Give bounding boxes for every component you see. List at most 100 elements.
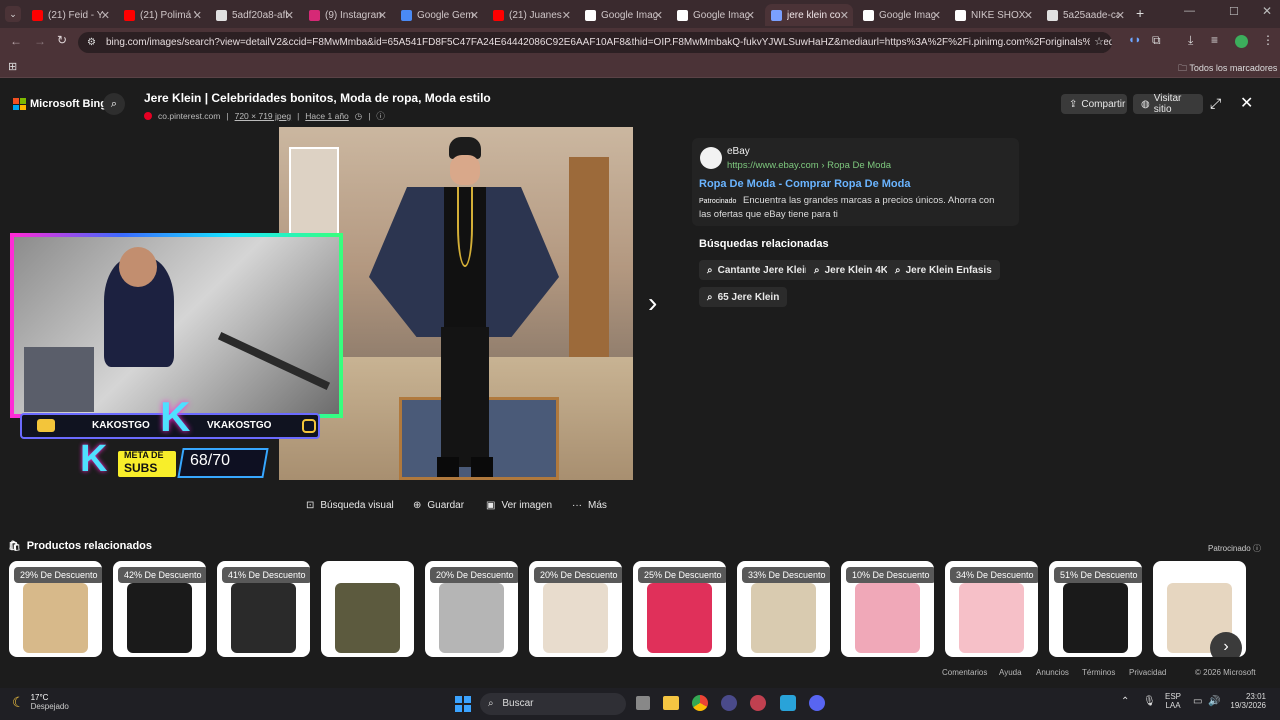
more-button[interactable]: ··· Más: [572, 500, 607, 511]
tab-close-icon[interactable]: ✕: [654, 9, 663, 22]
product-card[interactable]: 41% De Descuento: [217, 561, 310, 657]
browser-tab[interactable]: jere klein co ✕: [765, 4, 853, 26]
browser-tab[interactable]: 5a25aade-ca ✕: [1041, 4, 1129, 26]
view-image-button[interactable]: ▣ Ver imagen: [486, 500, 552, 511]
tab-close-icon[interactable]: ✕: [285, 9, 294, 22]
tray-chevron-icon[interactable]: ⌃: [1121, 696, 1129, 707]
media-icon[interactable]: ≡: [1211, 33, 1218, 47]
product-card[interactable]: 29% De Descuento: [9, 561, 102, 657]
product-card[interactable]: 33% De Descuento: [737, 561, 830, 657]
address-bar[interactable]: ⚙ bing.com/images/search?view=detailV2&c…: [78, 32, 1112, 53]
tab-close-icon[interactable]: ✕: [101, 9, 110, 22]
search-button[interactable]: ⌕: [103, 93, 125, 115]
task-view-icon[interactable]: [636, 696, 650, 710]
extension-icon[interactable]: ◖◗: [1128, 34, 1141, 46]
product-card[interactable]: 25% De Descuento: [633, 561, 726, 657]
weather-widget[interactable]: ☾ 17°C Despejado: [12, 693, 69, 711]
menu-icon[interactable]: ⋮: [1262, 33, 1274, 47]
app-icon[interactable]: [721, 695, 737, 711]
puzzle-icon[interactable]: ⧉: [1152, 33, 1161, 48]
visit-site-button[interactable]: ◍ Visitar sitio: [1133, 93, 1203, 115]
bing-logo[interactable]: Microsoft Bing: [13, 98, 107, 110]
related-chip-0[interactable]: ⌕ Cantante Jere Klein: [699, 260, 819, 280]
browser-tab[interactable]: NIKE SHOX ✕: [949, 4, 1037, 26]
tab-close-icon[interactable]: ✕: [932, 9, 941, 22]
product-card[interactable]: 34% De Descuento: [945, 561, 1038, 657]
tab-close-icon[interactable]: ✕: [1116, 9, 1125, 22]
product-card[interactable]: [321, 561, 414, 657]
info-icon[interactable]: ⓘ: [1253, 544, 1261, 553]
browser-tab[interactable]: Google Imag ✕: [671, 4, 759, 26]
browser-tab[interactable]: Google Gemi ✕: [395, 4, 483, 26]
browser-tab[interactable]: (21) Polimá Y ✕: [118, 4, 206, 26]
image-size[interactable]: 720 × 719 jpeg: [235, 111, 291, 121]
related-chip-3[interactable]: ⌕ 65 Jere Klein: [699, 287, 788, 307]
tab-close-icon[interactable]: ✕: [378, 9, 387, 22]
download-icon[interactable]: ⤓: [1188, 33, 1193, 48]
taskbar-search[interactable]: ⌕ Buscar: [480, 693, 626, 715]
apps-icon[interactable]: ⊞: [8, 60, 17, 73]
browser-tab[interactable]: Google Imag ✕: [579, 4, 667, 26]
ebay-ad-card[interactable]: eBay https://www.ebay.com › Ropa De Moda…: [692, 138, 1019, 226]
browser-tab[interactable]: Google Imag ✕: [857, 4, 945, 26]
reload-button[interactable]: ↻: [57, 33, 67, 47]
tab-close-icon[interactable]: ✕: [1024, 9, 1033, 22]
start-button[interactable]: [455, 696, 471, 712]
related-chip-2[interactable]: ⌕ Jere Klein Enfasis: [887, 260, 1000, 280]
expand-icon[interactable]: ⤢: [1210, 95, 1221, 112]
save-button[interactable]: ⊕ Guardar: [413, 500, 464, 511]
footer-link-comments[interactable]: Comentarios: [942, 668, 987, 677]
ad-title[interactable]: Ropa De Moda - Comprar Ropa De Moda: [699, 178, 910, 190]
volume-icon[interactable]: 🔊: [1208, 696, 1220, 707]
new-tab-button[interactable]: +: [1136, 5, 1144, 21]
browser-tab[interactable]: (21) Feid - Y ✕: [26, 4, 114, 26]
back-button[interactable]: ←: [10, 34, 22, 48]
tab-close-icon[interactable]: ✕: [562, 9, 571, 22]
maximize-button[interactable]: ☐: [1229, 5, 1239, 18]
site-info-icon[interactable]: ⚙: [87, 32, 96, 53]
product-card[interactable]: 20% De Descuento: [425, 561, 518, 657]
chrome-icon[interactable]: [692, 695, 708, 711]
ad-url[interactable]: https://www.ebay.com › Ropa De Moda: [727, 160, 891, 171]
close-icon[interactable]: ✕: [1240, 93, 1253, 113]
related-chip-1[interactable]: ⌕ Jere Klein 4K: [806, 260, 896, 280]
discord-icon[interactable]: [809, 695, 825, 711]
network-icon[interactable]: ▭: [1193, 696, 1202, 707]
product-card[interactable]: 42% De Descuento: [113, 561, 206, 657]
product-card[interactable]: 10% De Descuento: [841, 561, 934, 657]
tab-close-icon[interactable]: ✕: [193, 9, 202, 22]
next-image-button[interactable]: ›: [648, 287, 657, 319]
tab-close-icon[interactable]: ✕: [840, 9, 849, 22]
footer-link-terms[interactable]: Términos: [1082, 668, 1115, 677]
footer-link-privacy[interactable]: Privacidad: [1129, 668, 1166, 677]
tab-favicon-icon: [677, 9, 688, 21]
file-explorer-icon[interactable]: [663, 696, 679, 710]
image-source[interactable]: co.pinterest.com: [158, 111, 220, 121]
product-card[interactable]: 51% De Descuento: [1049, 561, 1142, 657]
active-app-icon[interactable]: [750, 695, 766, 711]
tab-close-icon[interactable]: ✕: [746, 9, 755, 22]
footer-link-help[interactable]: Ayuda: [999, 668, 1022, 677]
bookmark-star-icon[interactable]: ☆: [1090, 32, 1104, 53]
image-age[interactable]: Hace 1 año: [305, 111, 348, 121]
minimize-button[interactable]: —: [1184, 5, 1195, 17]
close-window-button[interactable]: ✕: [1262, 4, 1272, 18]
share-button[interactable]: ⇪ Compartir: [1061, 94, 1127, 114]
all-bookmarks[interactable]: 🗀 Todos los marcadores: [1178, 61, 1277, 77]
visual-search-button[interactable]: ⊡ Búsqueda visual: [306, 500, 394, 511]
mic-icon[interactable]: 🎙: [1143, 696, 1156, 707]
image-title[interactable]: Jere Klein | Celebridades bonitos, Moda …: [144, 91, 491, 105]
footer-link-ads[interactable]: Anuncios: [1036, 668, 1069, 677]
browser-tab[interactable]: 5adf20a8-afb ✕: [210, 4, 298, 26]
browser-tab[interactable]: (9) Instagram ✕: [303, 4, 391, 26]
tab-search-button[interactable]: ⌄: [5, 6, 21, 22]
info-icon[interactable]: ⓘ: [376, 110, 385, 122]
clock[interactable]: 23:01 19/3/2026: [1226, 692, 1266, 710]
product-card[interactable]: 20% De Descuento: [529, 561, 622, 657]
profile-avatar[interactable]: [1235, 35, 1248, 48]
forward-button[interactable]: →: [34, 34, 46, 48]
facebook-icon[interactable]: [780, 695, 796, 711]
language-indicator[interactable]: ESP LAA: [1165, 692, 1181, 710]
browser-tab[interactable]: (21) Juanes ✕: [487, 4, 575, 26]
tab-close-icon[interactable]: ✕: [470, 9, 479, 22]
